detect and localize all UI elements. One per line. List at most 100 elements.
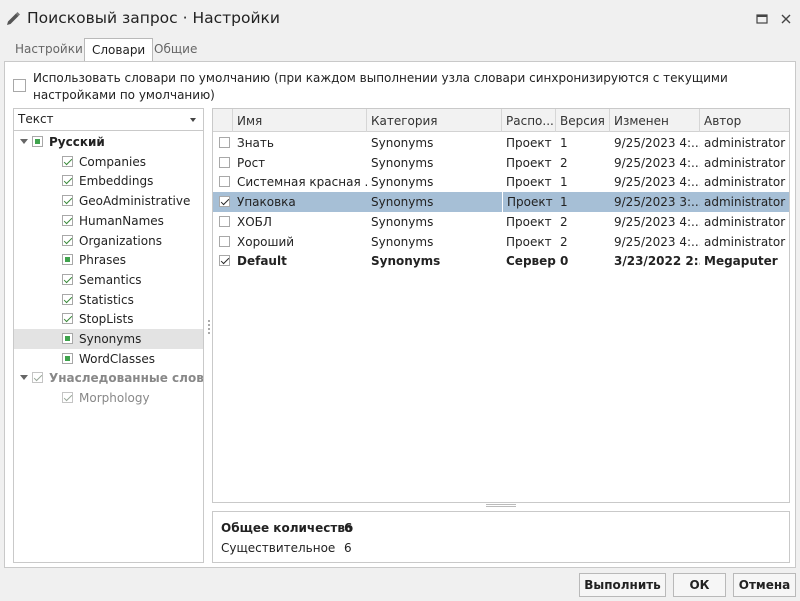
table-row[interactable]: Упаковка Synonyms Проект 1 9/25/2023 3:... ad… [213,192,789,213]
summary-total-value: 6 [344,521,353,535]
table-row[interactable]: Рост Synonyms Проект 2 9/25/2023 4:... admini… [213,153,789,173]
column-header-name[interactable]: Имя [233,109,367,132]
table-row[interactable]: Знать Synonyms Проект 1 9/25/2023 4:... admin… [213,133,789,153]
tree-item[interactable]: Русский [14,132,203,152]
cell-category: Synonyms [371,254,441,269]
row-checkbox[interactable] [219,196,230,208]
row-checkbox[interactable] [219,176,230,188]
tree-item-checkbox[interactable] [62,155,73,167]
tree-item[interactable]: Semantics [14,270,203,290]
cell-location: Проект [506,136,552,150]
tree-item[interactable]: Morphology [14,388,203,408]
cell-version: 2 [560,155,568,170]
maximize-icon[interactable] [754,11,770,27]
cell-modified: 9/25/2023 3:... [614,195,700,210]
tree-item[interactable]: HumanNames [14,211,203,231]
tree-item-checkbox[interactable] [62,195,73,207]
tree-item[interactable]: Organizations [14,231,203,251]
column-header-category[interactable]: Категория [367,109,502,132]
cell-category: Synonyms [371,214,434,229]
cell-name: Default [237,254,287,269]
cell-version: 2 [560,234,568,249]
tree-item[interactable]: Embeddings [14,171,203,191]
tree-item-checkbox[interactable] [62,214,73,226]
tree-item[interactable]: StopLists [14,309,203,329]
vertical-splitter-handle[interactable] [208,320,210,334]
cell-name: Системная красная ... [237,175,367,190]
row-checkbox[interactable] [219,255,230,267]
header-check-column [213,109,233,132]
column-header-version[interactable]: Версия [556,109,610,132]
tab-settings[interactable]: Настройки [8,38,90,61]
tree-item-checkbox[interactable] [32,136,43,147]
tree-item-label: HumanNames [79,213,164,228]
tree-item-checkbox[interactable] [62,333,73,344]
tree-item[interactable]: Унаследованные слов... [14,368,203,388]
tab-dictionaries[interactable]: Словари [84,38,154,62]
tree-item-checkbox[interactable] [62,273,73,285]
language-select[interactable]: Текст [14,109,203,131]
cell-version: 1 [560,195,568,210]
tree-item[interactable]: GeoAdministrative [14,191,203,211]
expand-arrow-icon[interactable] [20,139,28,144]
column-header-author[interactable]: Автор [700,109,789,132]
column-header-modified[interactable]: Изменен [610,109,700,132]
cell-name: Рост [237,155,266,170]
cell-author: administrator [704,175,786,190]
tree-item-label: Synonyms [79,332,142,346]
row-checkbox[interactable] [219,156,230,168]
cell-modified: 9/25/2023 4:... [614,214,700,229]
cancel-button[interactable]: Отмена [733,573,796,597]
expand-arrow-icon[interactable] [20,375,28,381]
table-row[interactable]: Default Synonyms Сервер 0 3/23/2022 2:... Meg… [213,251,789,271]
tree-item[interactable]: Synonyms [14,329,203,349]
row-checkbox[interactable] [219,137,230,148]
tree-item-checkbox[interactable] [62,313,73,325]
column-header-location[interactable]: Распо... [502,109,556,132]
tab-general[interactable]: Общие [147,38,204,61]
cell-version: 0 [560,254,569,269]
tree-item-label: Русский [49,135,105,149]
language-select-value: Текст [18,112,54,126]
cell-version: 1 [560,175,568,190]
summary-total-label: Общее количество [221,521,354,535]
table-row[interactable]: Системная красная ... Synonyms Проект 1 9/25… [213,172,789,192]
close-icon[interactable] [778,11,794,27]
tree-item-label: GeoAdministrative [79,194,191,209]
tree-item-checkbox[interactable] [62,392,73,404]
window-title: Поисковый запрос · Настройки [27,9,280,27]
tree-item[interactable]: Phrases [14,250,203,270]
tree-item[interactable]: Statistics [14,290,203,310]
cell-name: Знать [237,136,274,150]
cell-name: ХОБЛ [237,214,272,229]
tree-item[interactable]: WordClasses [14,349,203,369]
run-button[interactable]: Выполнить [579,573,666,597]
row-checkbox[interactable] [219,215,230,227]
tree-item-checkbox[interactable] [62,254,73,266]
summary-total-row: Общее количество 6 [221,519,421,537]
table-row[interactable]: ХОБЛ Synonyms Проект 2 9/25/2023 4:... admini… [213,212,789,232]
tree-item-checkbox[interactable] [62,175,73,187]
cell-name: Хороший [237,234,295,249]
cell-location: Проект [506,155,552,170]
tree-item-checkbox[interactable] [32,372,43,384]
tree-item-checkbox[interactable] [62,293,73,305]
horizontal-splitter-handle[interactable] [486,504,516,507]
tree-item-checkbox[interactable] [62,234,73,246]
table-row[interactable]: Хороший Synonyms Проект 2 9/25/2023 4:... adm… [213,232,789,252]
tree-item-checkbox[interactable] [62,352,73,364]
cell-author: administrator [704,214,786,229]
row-checkbox[interactable] [219,235,230,247]
summary-noun-label: Существительное [221,541,336,555]
tree-item-label: Statistics [79,292,134,307]
use-default-checkbox[interactable] [13,79,26,92]
dictionary-tree-pane: Текст Русский Companies Embeddings GeoAdmin… [13,108,204,563]
ok-button[interactable]: ОК [673,573,726,597]
cell-location: Сервер [506,254,556,269]
cell-category: Synonyms [371,195,434,210]
cell-modified: 9/25/2023 4:... [614,136,700,150]
summary-noun-value: 6 [344,541,352,555]
cell-category: Synonyms [371,155,434,170]
tree-item[interactable]: Companies [14,152,203,172]
cell-category: Synonyms [371,175,434,190]
